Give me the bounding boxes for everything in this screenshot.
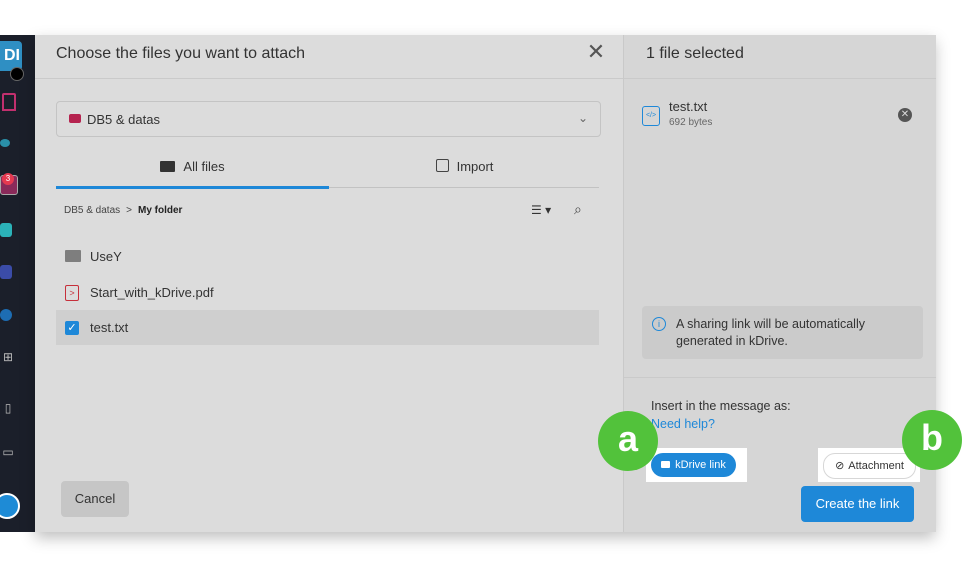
globe-app-icon[interactable] xyxy=(0,309,12,321)
file-name: UseY xyxy=(90,249,122,264)
divider xyxy=(624,78,936,79)
kdrive-link-button[interactable]: kDrive link xyxy=(651,453,736,477)
selected-file-name: test.txt xyxy=(669,99,708,114)
info-box: i A sharing link will be automatically g… xyxy=(642,306,923,359)
active-tab-indicator xyxy=(56,186,329,189)
need-help-link[interactable]: Need help? xyxy=(651,417,715,431)
breadcrumb-separator: > xyxy=(126,205,132,216)
divider xyxy=(35,78,623,79)
divider xyxy=(624,377,936,378)
selection-title: 1 file selected xyxy=(646,45,744,62)
cube-app-icon[interactable] xyxy=(0,223,12,237)
info-text: A sharing link will be automatically gen… xyxy=(676,317,865,348)
folder-icon xyxy=(160,161,176,173)
insert-as-label: Insert in the message as: xyxy=(651,399,791,413)
device-icon[interactable]: ▯ xyxy=(0,401,16,415)
close-icon[interactable]: ✕ xyxy=(584,40,608,64)
notification-badge: 3 xyxy=(2,173,14,185)
app-rail: DI 3 ⊞ ▯ ▭ xyxy=(0,35,35,532)
code-file-icon: </> xyxy=(642,106,660,126)
import-icon xyxy=(435,159,449,173)
mail-app-icon[interactable] xyxy=(0,139,10,147)
kdrive-link-highlight: kDrive link xyxy=(646,448,747,482)
selection-pane: 1 file selected </> test.txt 692 bytes ✕… xyxy=(623,35,936,532)
drive-name: DB5 & datas xyxy=(87,112,160,127)
chat-icon[interactable]: ▭ xyxy=(0,445,16,459)
remove-file-icon[interactable]: ✕ xyxy=(898,108,912,122)
cancel-button[interactable]: Cancel xyxy=(61,481,129,517)
kdrive-link-label: kDrive link xyxy=(675,459,726,471)
drive-icon xyxy=(661,460,671,468)
attachment-button[interactable]: ⊘ Attachment xyxy=(823,453,916,479)
grid-plus-icon[interactable]: ⊞ xyxy=(0,350,16,364)
breadcrumb: DB5 & datas > My folder xyxy=(64,205,182,216)
annotation-marker-b: b xyxy=(902,410,962,470)
tab-label: All files xyxy=(183,159,225,174)
drive-selector[interactable]: DB5 & datas ⌄ xyxy=(56,101,601,137)
create-link-button[interactable]: Create the link xyxy=(801,486,914,522)
list-view-icon[interactable]: ☰ ▾ xyxy=(531,203,551,217)
list-item-selected[interactable]: ✓ test.txt xyxy=(56,310,599,345)
file-browser-pane: Choose the files you want to attach ✕ DB… xyxy=(35,35,623,532)
folder-icon xyxy=(65,250,81,262)
pdf-icon: > xyxy=(65,285,79,301)
annotation-marker-a: a xyxy=(598,411,658,471)
file-name: Start_with_kDrive.pdf xyxy=(90,285,214,300)
tab-import[interactable]: Import xyxy=(329,155,600,187)
box-app-icon[interactable] xyxy=(0,265,12,279)
attach-files-dialog: Choose the files you want to attach ✕ DB… xyxy=(35,35,936,532)
tab-all-files[interactable]: All files xyxy=(56,155,329,187)
file-name: test.txt xyxy=(90,320,129,335)
home-icon[interactable] xyxy=(2,93,16,111)
attachment-label: Attachment xyxy=(848,460,904,472)
info-icon: i xyxy=(652,317,666,331)
breadcrumb-root[interactable]: DB5 & datas xyxy=(64,205,120,216)
list-item[interactable]: > Start_with_kDrive.pdf xyxy=(56,275,599,310)
chevron-down-icon: ⌄ xyxy=(577,111,588,125)
paperclip-icon: ⊘ xyxy=(835,460,845,472)
list-item[interactable]: UseY xyxy=(56,239,599,274)
search-icon[interactable]: ⌕ xyxy=(574,201,582,218)
drive-icon xyxy=(69,114,81,123)
avatar-chevron-icon[interactable] xyxy=(10,67,24,81)
breadcrumb-current: My folder xyxy=(138,205,183,216)
support-icon[interactable] xyxy=(0,493,20,519)
dialog-title: Choose the files you want to attach xyxy=(56,45,306,62)
tab-label: Import xyxy=(456,159,494,174)
checkbox-checked-icon[interactable]: ✓ xyxy=(65,321,79,335)
selected-file-size: 692 bytes xyxy=(669,117,713,128)
